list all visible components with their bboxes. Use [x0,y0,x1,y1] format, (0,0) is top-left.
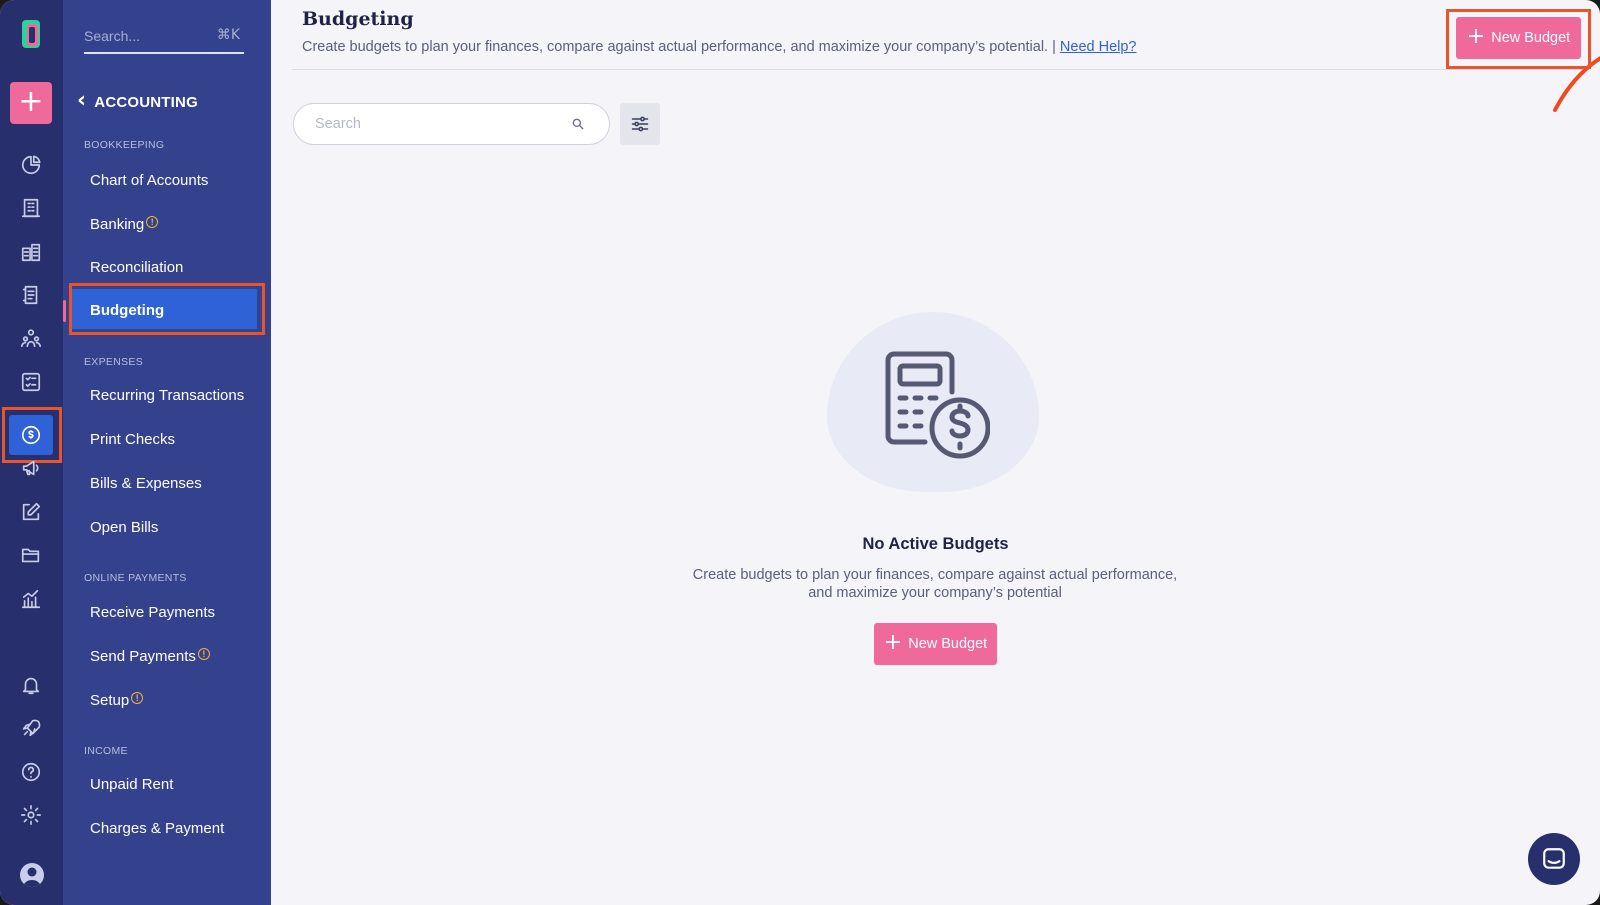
empty-state-description: Create budgets to plan your finances, co… [692,567,1178,601]
menu-item-label: Charges & Payment [90,820,225,837]
menu-item-charges-payment[interactable]: Charges & Payment [90,820,224,837]
menu-item-label: Reconciliation [90,259,184,276]
menu-item-label: Receive Payments [90,604,216,621]
plus-icon: + [1466,24,1486,49]
active-indicator [63,300,66,322]
building-icon[interactable] [16,193,46,223]
chat-icon [1543,848,1565,869]
menu-item-label: Send Payments [90,648,196,665]
edit-icon[interactable] [16,497,46,527]
menu-item-label: Print Checks [90,431,176,448]
buildings-icon[interactable] [16,237,46,267]
page-title: Budgeting [302,8,414,30]
new-budget-label: New Budget [1491,30,1571,46]
warning-icon: ! [131,692,144,704]
menu-item-label: Recurring Transactions [90,387,245,404]
pie-chart-icon[interactable] [16,150,46,180]
new-budget-button[interactable]: + New Budget [1456,17,1581,59]
section-income: INCOME [84,745,128,757]
menu-item-label: Bills & Expenses [90,475,202,492]
header-divider [292,69,1582,70]
menu-search-input[interactable]: Search... ⌘K [84,25,244,54]
menu-item-bills-expenses[interactable]: Bills & Expenses [90,475,202,492]
back-to-accounting[interactable]: ‹ ACCOUNTING [77,88,198,113]
ledger-icon[interactable] [16,280,46,310]
menu-item-send-payments[interactable]: Send Payments! [90,648,210,665]
menu-item-setup[interactable]: Setup! [90,692,144,709]
sliders-icon [631,116,649,132]
menu-item-chart-of-accounts[interactable]: Chart of Accounts [90,172,208,189]
section-expenses: EXPENSES [84,356,144,368]
main-content: Budgeting Create budgets to plan your fi… [271,0,1600,905]
avatar-icon[interactable] [20,863,44,887]
quick-add-button[interactable]: + [10,82,52,124]
submenu-highlight-frame [69,283,265,335]
app-window: + Search... ⌘K ‹ ACCOUNTING BOOKKEEPING … [0,0,1600,905]
menu-item-label: Setup [90,692,130,709]
warning-icon: ! [146,216,159,228]
empty-state-new-budget-label: New Budget [908,636,988,652]
chevron-left-icon: ‹ [77,88,87,113]
menu-item-label: Chart of Accounts [90,172,209,189]
menu-item-recurring-transactions[interactable]: Recurring Transactions [90,387,244,404]
menu-item-label: Banking [90,216,145,233]
calculator-dollar-icon [885,351,990,459]
icon-rail: + [0,0,63,905]
empty-state-title: No Active Budgets [862,535,1009,553]
warning-icon: ! [197,648,210,660]
menu-item-receive-payments[interactable]: Receive Payments [90,604,215,621]
page-subtitle-text: Create budgets to plan your finances, co… [302,39,1056,55]
submenu-title: ACCOUNTING [94,94,198,111]
menu-item-print-checks[interactable]: Print Checks [90,431,175,448]
search-icon [572,118,584,130]
section-bookkeeping: BOOKKEEPING [84,139,165,151]
menu-item-open-bills[interactable]: Open Bills [90,519,158,536]
menu-item-label: Open Bills [90,519,159,536]
menu-item-banking[interactable]: Banking! [90,216,159,233]
logo-icon[interactable] [19,18,43,50]
folder-icon[interactable] [16,540,46,570]
plus-icon: + [883,630,903,655]
menu-item-label: Unpaid Rent [90,776,174,793]
need-help-link[interactable]: Need Help? [1060,39,1137,55]
chat-launcher-button[interactable] [1528,833,1580,885]
people-icon[interactable] [16,323,46,353]
help-icon[interactable] [16,757,46,787]
gear-icon[interactable] [16,800,46,830]
menu-item-unpaid-rent[interactable]: Unpaid Rent [90,776,173,793]
page-subtitle: Create budgets to plan your finances, co… [302,39,1137,55]
menu-search-shortcut: ⌘K [216,27,240,43]
section-online-payments: ONLINE PAYMENTS [84,572,187,584]
empty-state-new-budget-button[interactable]: + New Budget [874,623,997,665]
dollar-circle-icon[interactable] [9,415,53,455]
budget-search-input[interactable]: Search [293,103,610,145]
bar-chart-icon[interactable] [16,584,46,614]
rocket-icon[interactable] [16,713,46,743]
accounting-submenu: Search... ⌘K ‹ ACCOUNTING BOOKKEEPING Ch… [63,0,271,905]
menu-item-reconciliation[interactable]: Reconciliation [90,259,183,276]
bell-icon[interactable] [16,670,46,700]
megaphone-icon[interactable] [16,453,46,483]
checklist-icon[interactable] [16,367,46,397]
search-placeholder: Search [315,116,361,132]
filter-button[interactable] [620,103,660,145]
menu-search-placeholder: Search... [84,28,141,44]
